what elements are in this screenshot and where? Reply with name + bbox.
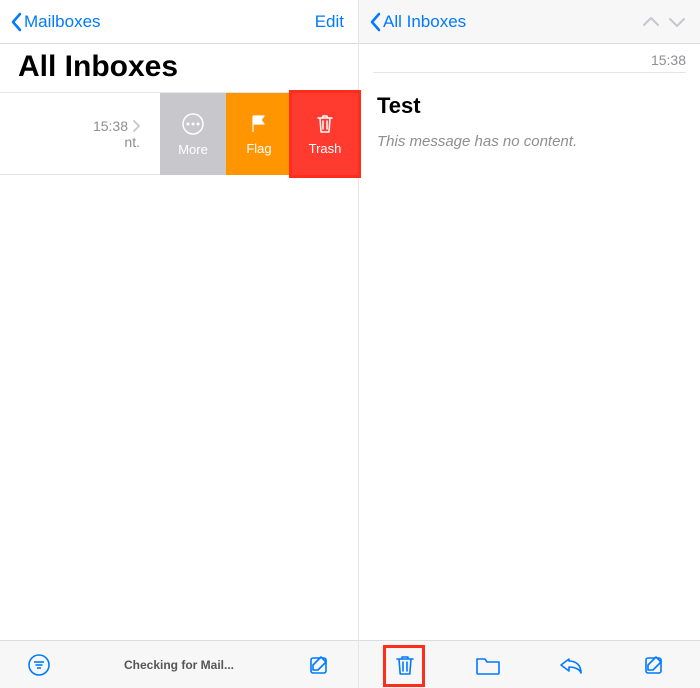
compose-icon — [642, 653, 666, 677]
edit-button[interactable]: Edit — [315, 12, 348, 32]
message-subject: Test — [377, 93, 682, 119]
toolbar-right — [359, 640, 700, 688]
compose-icon — [307, 653, 331, 677]
back-label: All Inboxes — [383, 12, 466, 32]
delete-button[interactable] — [384, 644, 426, 686]
move-button[interactable] — [467, 644, 509, 686]
filter-button[interactable] — [18, 644, 60, 686]
chevron-left-icon — [10, 12, 22, 32]
more-icon — [181, 112, 205, 136]
mail-row-content: 15:38 nt. — [0, 93, 160, 175]
flag-icon — [248, 113, 270, 135]
page-title: All Inboxes — [0, 44, 358, 92]
flag-action[interactable]: Flag — [226, 93, 292, 175]
more-action[interactable]: More — [160, 93, 226, 175]
mail-row-snippet: nt. — [124, 134, 140, 150]
chevron-down-icon — [668, 16, 686, 28]
swipe-actions: More Flag Trash — [160, 93, 358, 175]
message-body: Test This message has no content. — [359, 73, 700, 170]
trash-icon — [394, 653, 416, 677]
trash-label: Trash — [309, 141, 342, 156]
next-message-button[interactable] — [668, 16, 686, 28]
compose-button[interactable] — [298, 644, 340, 686]
message-timestamp: 15:38 — [359, 44, 700, 72]
chevron-up-icon — [642, 16, 660, 28]
compose-button[interactable] — [633, 644, 675, 686]
prev-message-button[interactable] — [642, 16, 660, 28]
message-content: This message has no content. — [377, 133, 682, 150]
filter-icon — [27, 653, 51, 677]
navbar-right: All Inboxes — [359, 0, 700, 44]
message-screen: All Inboxes 15:38 Test This message has … — [359, 0, 700, 688]
status-text: Checking for Mail... — [124, 658, 234, 672]
inbox-list-screen: Mailboxes Edit All Inboxes 15:38 nt. Mor… — [0, 0, 359, 688]
trash-action[interactable]: Trash — [292, 93, 358, 175]
time-label: 15:38 — [93, 118, 128, 134]
back-to-mailboxes[interactable]: Mailboxes — [10, 12, 101, 32]
mail-row-time: 15:38 — [93, 118, 140, 134]
back-label: Mailboxes — [24, 12, 101, 32]
folder-icon — [475, 654, 501, 676]
chevron-right-icon — [132, 120, 140, 132]
mail-row-swiped[interactable]: 15:38 nt. More Flag Trash — [0, 93, 358, 175]
back-to-inboxes[interactable]: All Inboxes — [369, 12, 466, 32]
flag-label: Flag — [246, 141, 271, 156]
more-label: More — [178, 142, 208, 157]
reply-button[interactable] — [550, 644, 592, 686]
navbar-left: Mailboxes Edit — [0, 0, 358, 44]
reply-icon — [558, 654, 584, 676]
chevron-left-icon — [369, 12, 381, 32]
trash-icon — [315, 113, 335, 135]
toolbar-left: Checking for Mail... — [0, 640, 358, 688]
message-nav-arrows — [642, 16, 690, 28]
